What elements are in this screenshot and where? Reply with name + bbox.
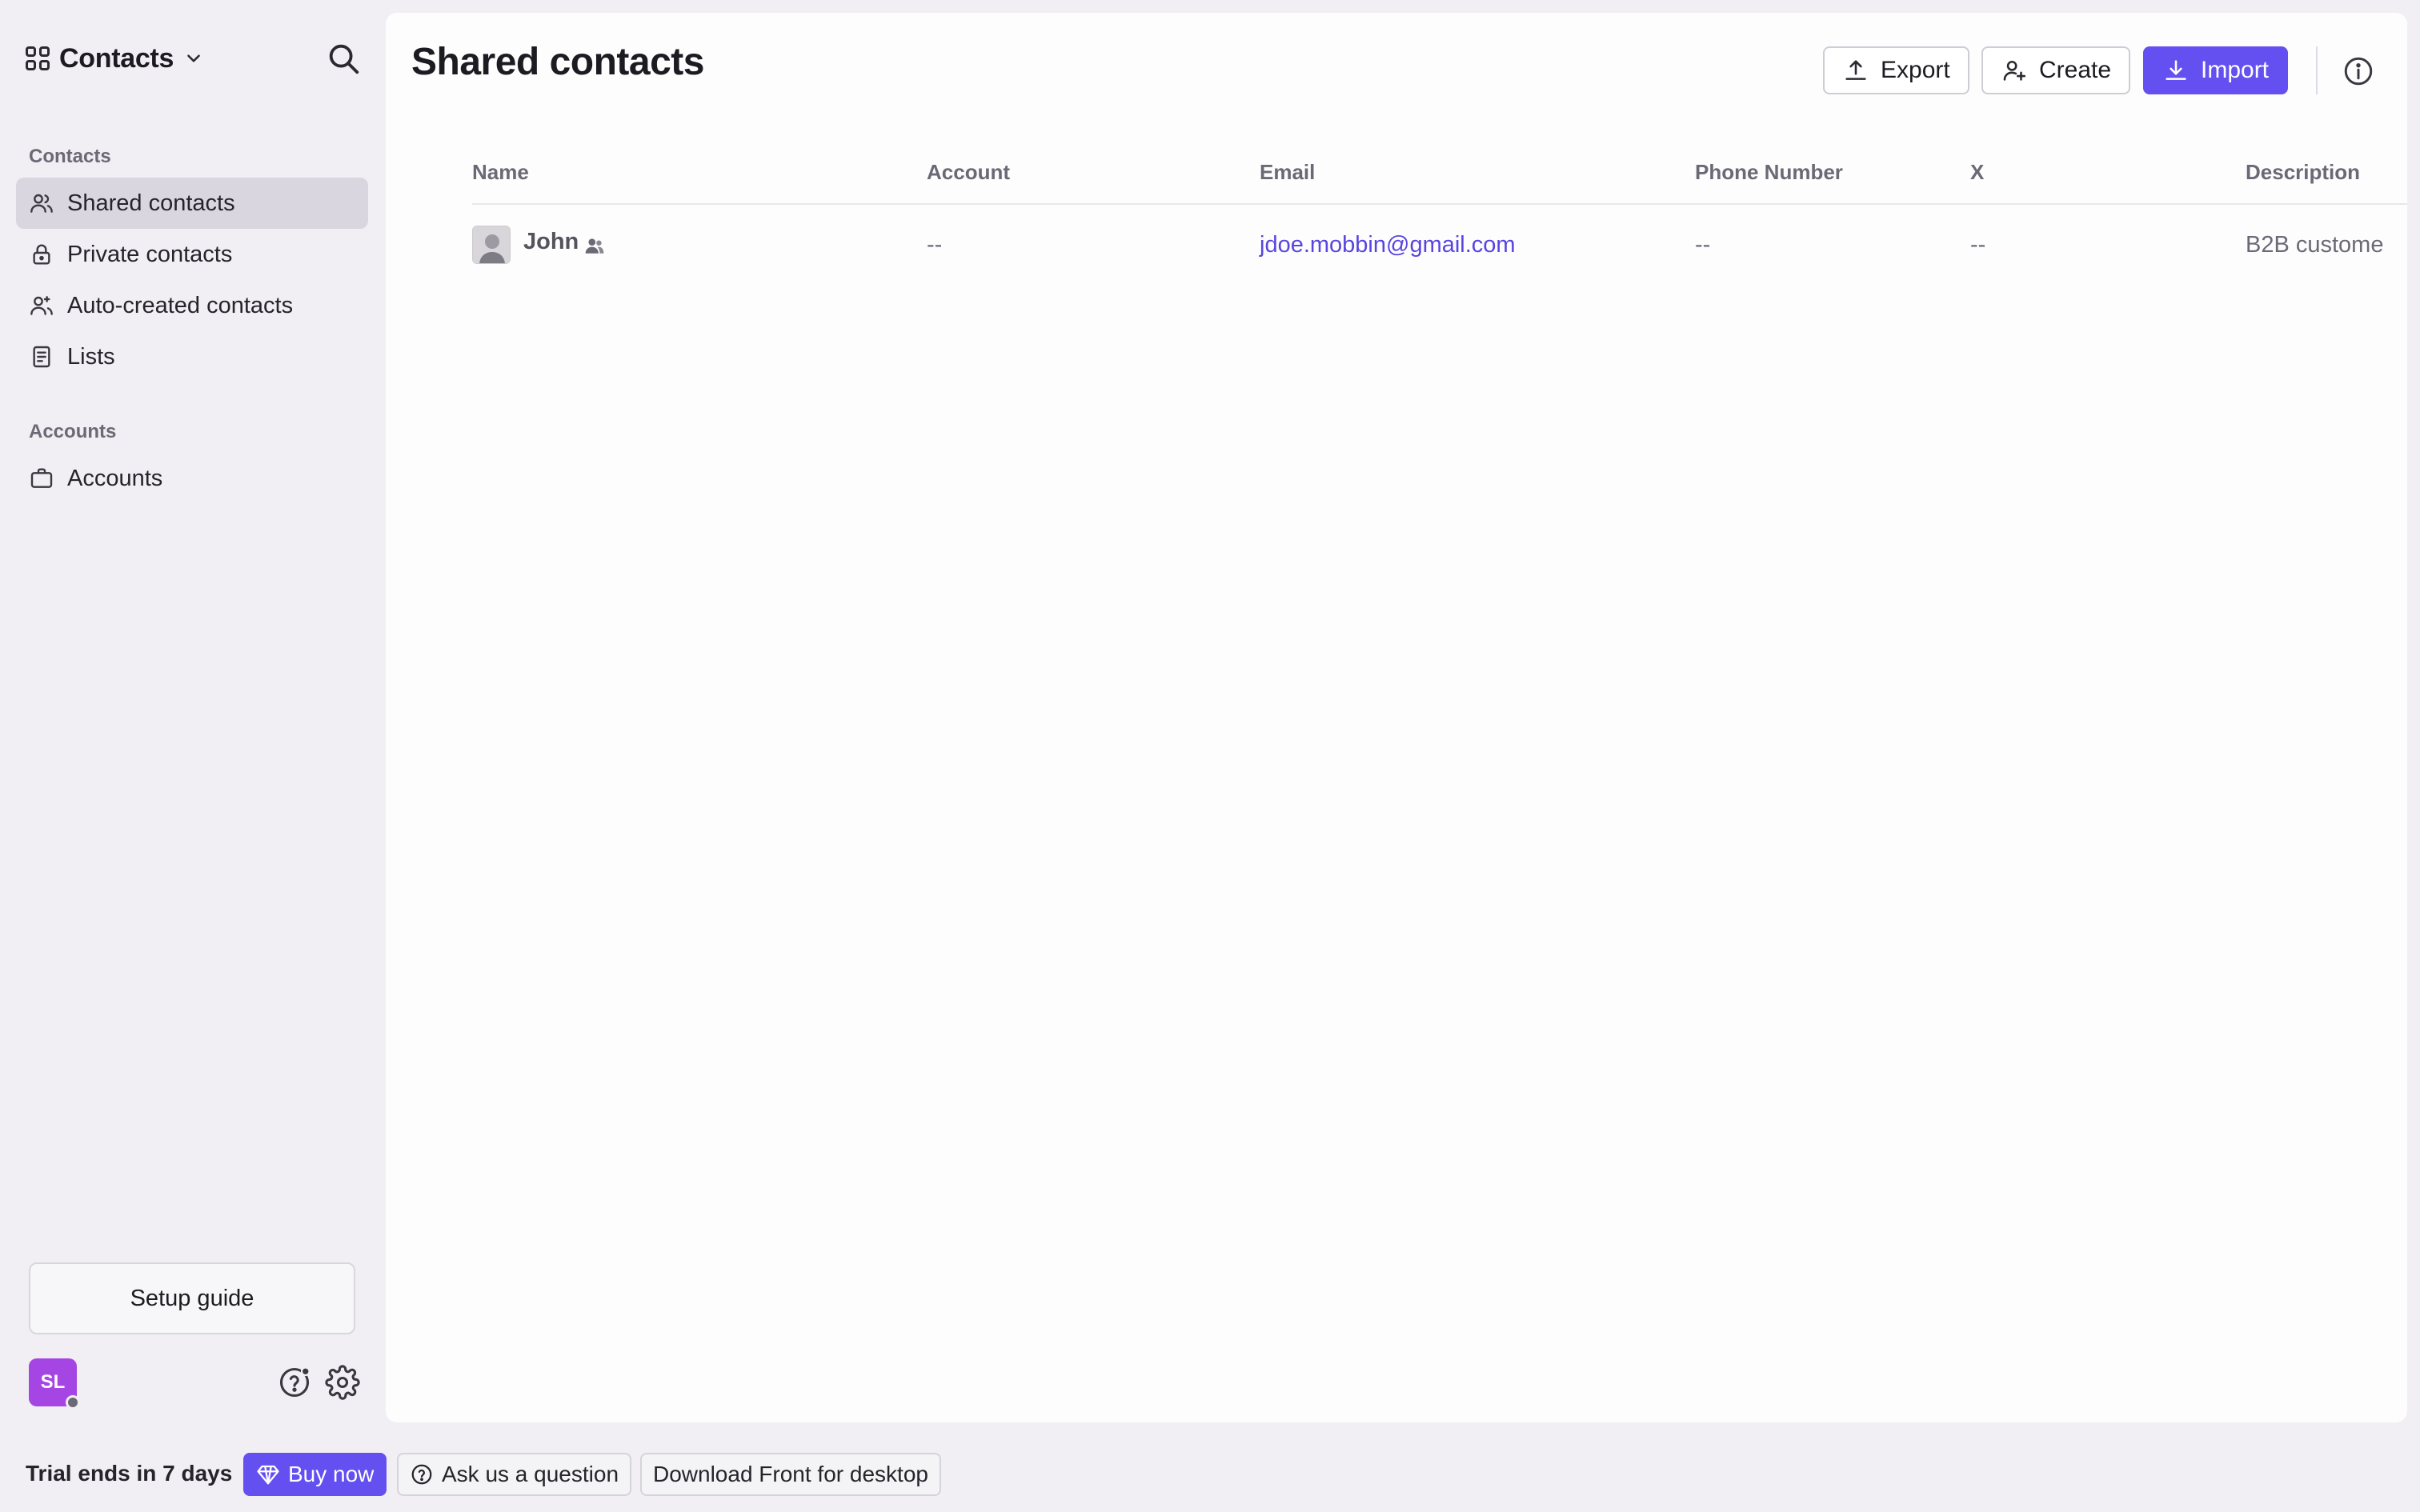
lock-icon <box>33 244 50 265</box>
question-icon <box>411 1464 432 1485</box>
section-label-accounts: Accounts <box>29 421 117 442</box>
export-button[interactable]: Export <box>1823 46 1969 94</box>
column-header-account[interactable]: Account <box>927 160 1010 185</box>
buy-now-label: Buy now <box>288 1462 375 1486</box>
toolbar-divider <box>2316 46 2318 94</box>
presence-dot <box>66 1395 80 1410</box>
apps-grid-icon <box>26 46 50 70</box>
sidebar-item-accounts[interactable]: Accounts <box>16 453 368 504</box>
column-header-phone[interactable]: Phone Number <box>1695 160 1843 185</box>
ask-question-label: Ask us a question <box>442 1462 619 1486</box>
sidebar-item-auto-created-contacts[interactable]: Auto-created contacts <box>16 280 368 331</box>
download-desktop-button[interactable]: Download Front for desktop <box>640 1453 941 1496</box>
sidebar-item-shared-contacts[interactable]: Shared contacts <box>16 178 368 229</box>
sidebar: Contacts Contacts Shared contacts Privat… <box>0 0 370 1440</box>
ask-question-button[interactable]: Ask us a question <box>397 1453 632 1496</box>
briefcase-icon <box>30 468 53 488</box>
app-switcher[interactable]: Contacts <box>26 38 204 78</box>
column-header-description[interactable]: Description <box>2246 160 2360 185</box>
add-user-icon <box>2003 60 2026 81</box>
users-icon <box>30 194 53 213</box>
column-header-x[interactable]: X <box>1970 160 1984 185</box>
avatar-initials: SL <box>40 1371 66 1393</box>
trial-notice: Trial ends in 7 days <box>26 1461 233 1486</box>
export-label: Export <box>1881 57 1950 83</box>
auto-users-icon <box>30 296 53 315</box>
buy-now-button[interactable]: Buy now <box>243 1453 387 1496</box>
import-button[interactable]: Import <box>2143 46 2289 94</box>
sidebar-item-label: Shared contacts <box>67 190 235 216</box>
sidebar-item-label: Lists <box>67 343 115 370</box>
sidebar-item-label: Private contacts <box>67 241 233 267</box>
help-icon[interactable] <box>277 1365 312 1400</box>
setup-guide-button[interactable]: Setup guide <box>29 1262 355 1334</box>
create-label: Create <box>2039 57 2112 83</box>
contact-email-link[interactable]: jdoe.mobbin@gmail.com <box>1260 232 1516 258</box>
column-header-email[interactable]: Email <box>1260 160 1315 185</box>
contact-x: -- <box>1970 232 1986 258</box>
sidebar-item-lists[interactable]: Lists <box>16 331 368 382</box>
sidebar-item-label: Accounts <box>67 465 163 491</box>
search-icon[interactable] <box>325 40 362 77</box>
app-title: Contacts <box>59 42 174 74</box>
download-icon <box>2166 60 2186 80</box>
gear-icon[interactable] <box>325 1365 360 1400</box>
info-icon[interactable] <box>2342 54 2375 88</box>
import-label: Import <box>2201 57 2270 83</box>
list-doc-icon <box>33 346 50 368</box>
main-panel: Shared contacts Export Create Import Nam… <box>386 13 2407 1422</box>
page-title: Shared contacts <box>411 41 704 83</box>
table-row[interactable]: John -- jdoe.mobbin@gmail.com -- -- B2B … <box>472 205 2407 285</box>
contact-phone: -- <box>1695 232 1711 258</box>
section-label-contacts: Contacts <box>29 146 111 167</box>
column-header-name[interactable]: Name <box>472 160 529 185</box>
download-desktop-label: Download Front for desktop <box>653 1462 928 1486</box>
chevron-down-icon <box>187 54 200 62</box>
shared-users-icon <box>585 238 604 254</box>
contact-description: B2B custome <box>2246 232 2384 258</box>
create-button[interactable]: Create <box>1981 46 2131 94</box>
sidebar-item-label: Auto-created contacts <box>67 292 294 318</box>
contact-photo <box>472 226 511 264</box>
sidebar-item-private-contacts[interactable]: Private contacts <box>16 229 368 280</box>
upload-icon <box>1845 60 1866 80</box>
contact-account: -- <box>927 232 943 258</box>
bottom-bar: Trial ends in 7 days Buy now Ask us a qu… <box>0 1448 2420 1504</box>
diamond-icon <box>257 1465 279 1485</box>
contact-name: John <box>523 229 579 254</box>
app-root: Contacts Contacts Shared contacts Privat… <box>0 0 2420 1512</box>
avatar[interactable]: SL <box>29 1358 80 1410</box>
